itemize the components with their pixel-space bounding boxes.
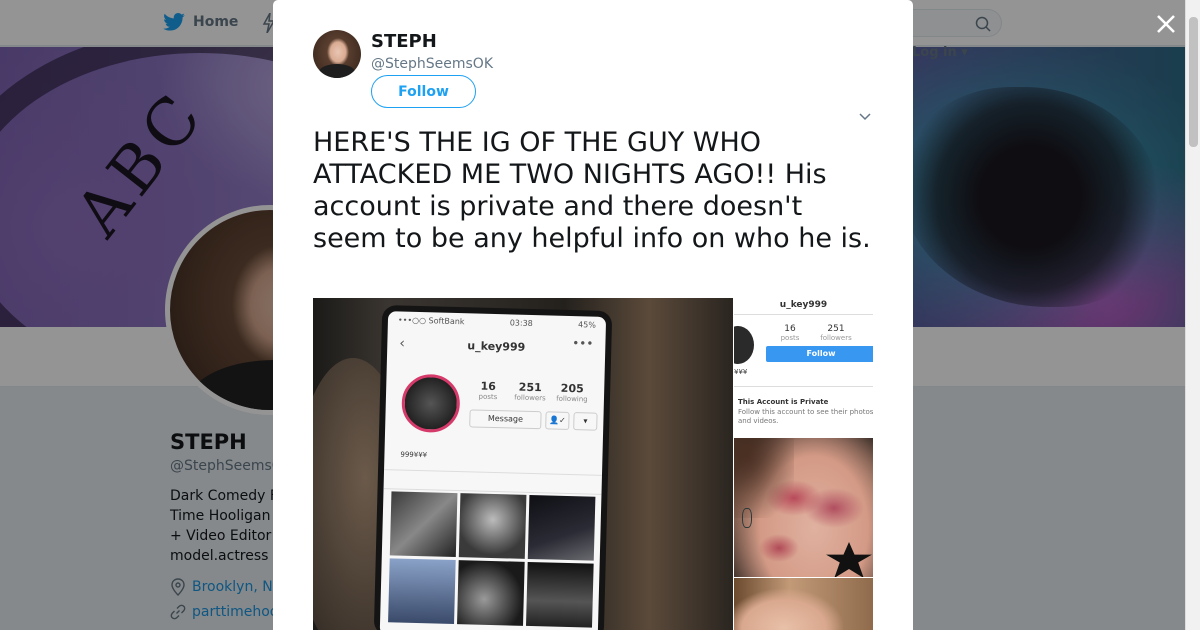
tweet-author-avatar[interactable] bbox=[313, 30, 361, 78]
media-photo-injury[interactable] bbox=[734, 438, 873, 577]
media-photo-arms[interactable] bbox=[734, 578, 873, 630]
phone-screen: •••○○ SoftBank 03:38 45% ‹ u_key999 ••• … bbox=[379, 311, 607, 630]
scrollbar[interactable] bbox=[1185, 0, 1200, 630]
tweet-author-handle[interactable]: @StephSeemsOK bbox=[371, 56, 493, 72]
tweet-author-name[interactable]: STEPH bbox=[371, 31, 437, 52]
phone-device: •••○○ SoftBank 03:38 45% ‹ u_key999 ••• … bbox=[373, 305, 613, 630]
ig-profile-picture bbox=[401, 373, 461, 434]
more-dots-icon: ••• bbox=[572, 336, 594, 351]
tweet-media-grid: •••○○ SoftBank 03:38 45% ‹ u_key999 ••• … bbox=[313, 298, 873, 630]
ig-photo-grid bbox=[388, 491, 596, 628]
media-ig-screenshot[interactable]: u_key999 16 posts 251 followers Follow ¥… bbox=[734, 298, 873, 437]
follow-check-icon: 👤✓ bbox=[545, 411, 570, 430]
tweet-modal: STEPH @StephSeemsOK Follow HERE'S THE IG… bbox=[273, 0, 913, 630]
close-icon[interactable] bbox=[1152, 10, 1180, 38]
media-photo-phone[interactable]: •••○○ SoftBank 03:38 45% ‹ u_key999 ••• … bbox=[313, 298, 733, 630]
star-sticker bbox=[826, 542, 872, 577]
scrollbar-thumb[interactable] bbox=[1189, 17, 1198, 147]
dropdown-icon: ▾ bbox=[573, 412, 598, 431]
tweet-text: HERE'S THE IG OF THE GUY WHO ATTACKED ME… bbox=[313, 127, 871, 254]
follow-button[interactable]: Follow bbox=[371, 75, 476, 108]
chevron-down-icon[interactable] bbox=[858, 110, 872, 124]
